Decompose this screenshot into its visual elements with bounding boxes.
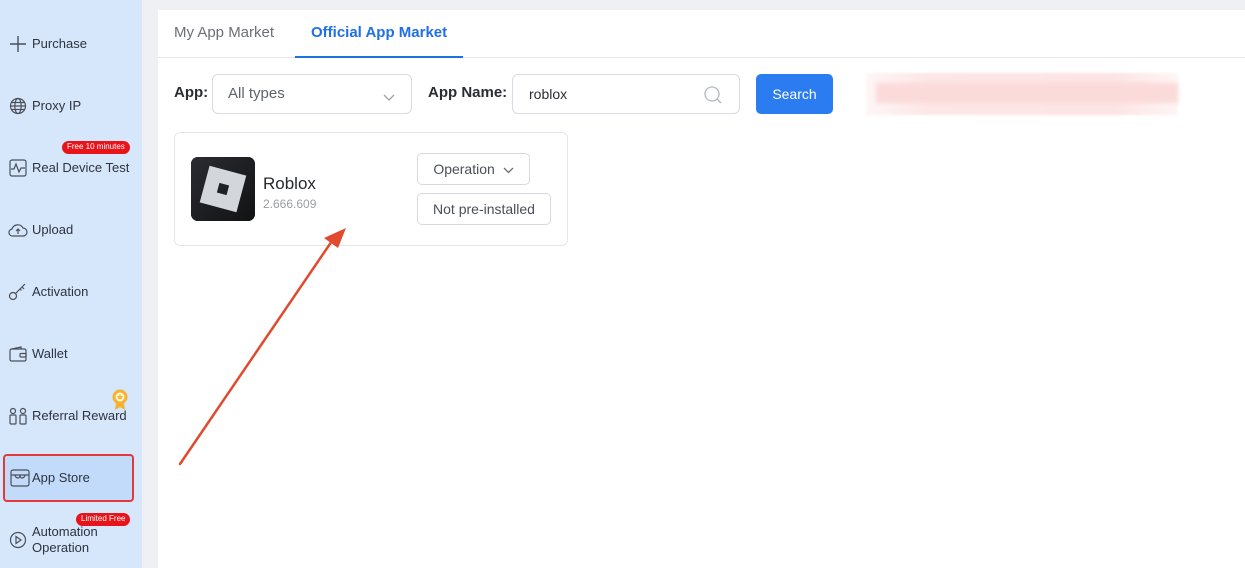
sidebar-item-wallet[interactable]: Wallet	[0, 330, 142, 378]
app-type-label: App:	[174, 84, 209, 101]
sidebar-item-label: Upload	[32, 222, 74, 237]
medal-icon	[111, 388, 129, 417]
app-name-value: roblox	[529, 86, 568, 102]
app-version: 2.666.609	[263, 197, 317, 211]
sidebar-item-app-store[interactable]: App Store	[3, 454, 134, 502]
app-name-input[interactable]: roblox	[512, 74, 740, 114]
roblox-logo-icon	[191, 157, 255, 221]
sidebar-item-label: Automation Operation	[32, 524, 98, 555]
sidebar-item-label: App Store	[32, 470, 90, 485]
preinstall-status-button[interactable]: Not pre-installed	[417, 193, 551, 225]
chevron-down-icon	[503, 154, 514, 184]
sidebar-item-label: Activation	[32, 284, 89, 299]
sidebar-item-label: Proxy IP	[32, 98, 82, 113]
pulse-icon	[8, 158, 28, 178]
free-trial-badge: Free 10 minutes	[62, 141, 130, 154]
sidebar-item-label: Wallet	[32, 346, 68, 361]
people-icon	[8, 406, 28, 426]
app-card[interactable]: Roblox 2.666.609 Operation Not pre-insta…	[174, 132, 568, 246]
app-name: Roblox	[263, 174, 316, 193]
tab-bar: My App Market Official App Market	[158, 10, 1245, 58]
store-icon	[10, 468, 30, 488]
play-circle-icon	[8, 530, 28, 550]
cloud-upload-icon	[8, 220, 28, 240]
chevron-down-icon	[383, 89, 395, 107]
limited-free-badge: Limited Free	[76, 513, 131, 526]
search-button[interactable]: Search	[756, 74, 833, 114]
operation-dropdown-button[interactable]: Operation	[417, 153, 530, 185]
redacted-bar	[876, 83, 1178, 103]
sidebar-item-upload[interactable]: Upload	[0, 206, 142, 254]
key-icon	[8, 282, 28, 302]
sidebar-item-activation[interactable]: Activation	[0, 268, 142, 316]
sidebar-item-proxy-ip[interactable]: Proxy IP	[0, 82, 142, 130]
operation-label: Operation	[433, 161, 495, 177]
sidebar: Purchase Proxy IP Real Device Test Free …	[0, 0, 142, 568]
app-type-value: All types	[228, 85, 285, 102]
main-panel: My App Market Official App Market App: A…	[158, 10, 1245, 568]
tab-official-app-market[interactable]: Official App Market	[295, 10, 464, 58]
app-type-select[interactable]: All types	[212, 74, 412, 114]
search-icon	[703, 85, 723, 110]
sidebar-item-label: Purchase	[32, 36, 87, 51]
plus-icon	[8, 34, 28, 54]
sidebar-item-purchase[interactable]: Purchase	[0, 20, 142, 68]
wallet-icon	[8, 344, 28, 364]
globe-icon	[8, 96, 28, 116]
app-name-label: App Name:	[428, 84, 508, 101]
sidebar-item-label: Real Device Test	[32, 160, 130, 175]
tab-my-app-market[interactable]: My App Market	[174, 10, 274, 58]
